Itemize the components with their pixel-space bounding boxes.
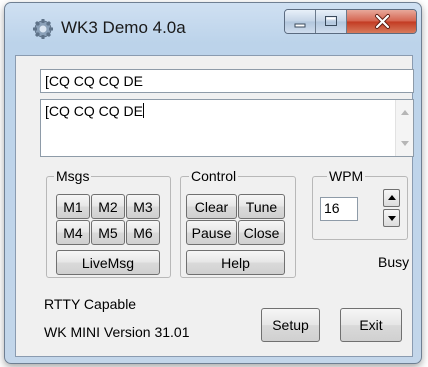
text-caret [143, 103, 145, 118]
buffer-text-value: [CQ CQ CQ DE [45, 103, 144, 119]
minimize-icon [294, 23, 306, 28]
arrow-down-icon [388, 216, 396, 221]
setup-button[interactable]: Setup [261, 308, 320, 342]
title-bar[interactable]: WK3 Demo 4.0a [5, 3, 421, 55]
buffer-text-area[interactable]: [CQ CQ CQ DE [40, 99, 414, 157]
minimize-button[interactable] [285, 10, 316, 33]
window-title: WK3 Demo 4.0a [61, 18, 186, 37]
m1-button[interactable]: M1 [56, 194, 90, 219]
vertical-scrollbar[interactable] [395, 100, 413, 156]
m6-button[interactable]: M6 [126, 220, 160, 245]
help-button[interactable]: Help [186, 250, 285, 275]
close-button-control[interactable]: Close [238, 220, 285, 245]
scroll-down-icon[interactable] [401, 141, 409, 146]
m2-button[interactable]: M2 [91, 194, 125, 219]
busy-status: Busy [378, 254, 410, 270]
clear-button[interactable]: Clear [186, 194, 237, 219]
maximize-icon [325, 16, 337, 26]
wpm-input[interactable]: 16 [320, 197, 358, 221]
rtty-capable-label: RTTY Capable [44, 296, 137, 312]
wpm-group-label: WPM [327, 168, 366, 184]
pause-button[interactable]: Pause [186, 220, 237, 245]
wpm-decrease-button[interactable] [383, 209, 400, 227]
livemsg-button[interactable]: LiveMsg [56, 250, 160, 275]
client-area: [CQ CQ CQ DE [CQ CQ CQ DE Msgs M1 M2 M3 … [15, 55, 414, 357]
gear-icon [33, 19, 53, 39]
version-label: WK MINI Version 31.01 [44, 324, 190, 340]
close-button[interactable] [347, 10, 416, 33]
exit-button[interactable]: Exit [340, 308, 402, 342]
send-text-value: [CQ CQ CQ DE [45, 73, 144, 89]
control-group-label: Control [189, 168, 239, 184]
close-icon [375, 14, 390, 29]
scroll-up-icon[interactable] [401, 110, 409, 115]
app-window: WK3 Demo 4.0a [CQ CQ CQ DE [CQ CQ CQ DE … [4, 2, 422, 364]
send-text-field[interactable]: [CQ CQ CQ DE [40, 69, 414, 93]
maximize-button[interactable] [316, 10, 347, 33]
msgs-group-label: Msgs [54, 168, 92, 184]
tune-button[interactable]: Tune [238, 194, 285, 219]
m4-button[interactable]: M4 [56, 220, 90, 245]
m3-button[interactable]: M3 [126, 194, 160, 219]
arrow-up-icon [388, 195, 396, 200]
wpm-increase-button[interactable] [383, 189, 400, 207]
title-buttons [284, 9, 417, 34]
m5-button[interactable]: M5 [91, 220, 125, 245]
